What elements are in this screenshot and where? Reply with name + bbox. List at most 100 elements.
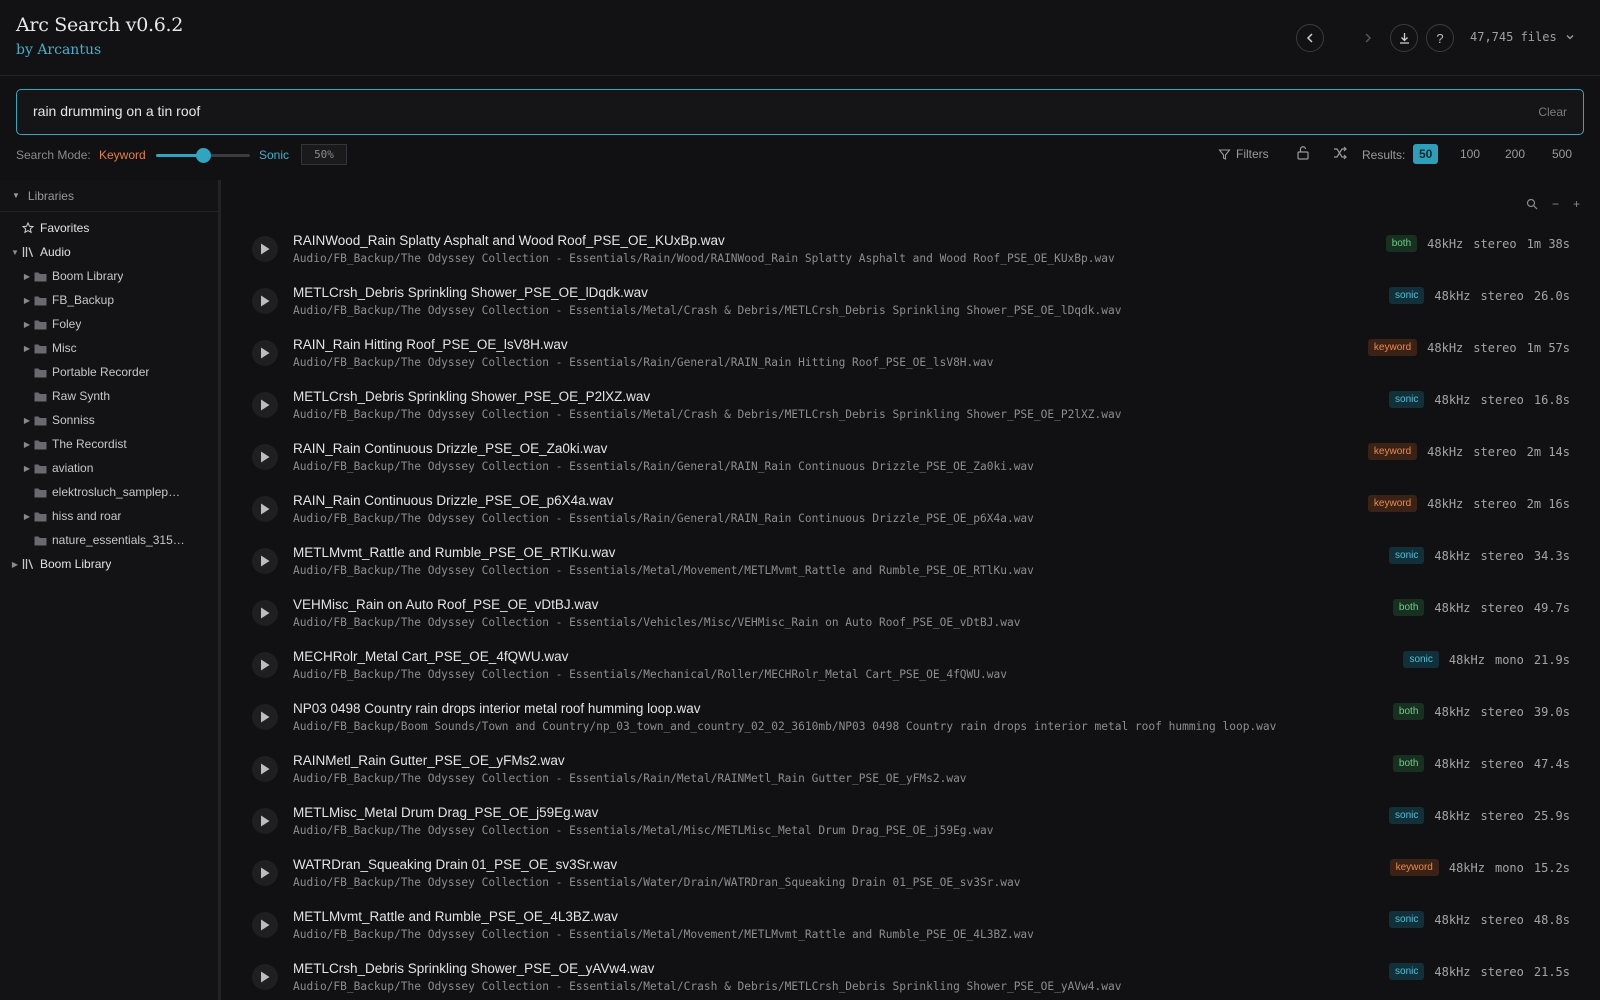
caret-right-icon[interactable]: ▶ [22, 440, 32, 449]
forward-button[interactable] [1354, 24, 1382, 52]
result-row[interactable]: METLMisc_Metal Drum Drag_PSE_OE_j59Eg.wa… [224, 797, 1600, 849]
sidebar-item[interactable]: ▶ aviation [0, 456, 218, 480]
caret-right-icon[interactable]: ▶ [22, 296, 32, 305]
file-name[interactable]: WATRDran_Squeaking Drain 01_PSE_OE_sv3Sr… [293, 857, 617, 872]
play-button[interactable] [252, 236, 278, 262]
sidebar-item[interactable]: ▶ FB_Backup [0, 288, 218, 312]
download-button[interactable] [1390, 24, 1418, 52]
sidebar-item[interactable]: ▶ The Recordist [0, 432, 218, 456]
back-button[interactable] [1296, 24, 1324, 52]
caret-right-icon[interactable]: ▶ [22, 320, 32, 329]
app-subtitle[interactable]: by Arcantus [16, 42, 101, 58]
play-button[interactable] [252, 288, 278, 314]
libraries-header[interactable]: ▼ Libraries [0, 180, 218, 212]
mode-slider[interactable] [156, 148, 250, 163]
result-row[interactable]: RAIN_Rain Continuous Drizzle_PSE_OE_p6X4… [224, 485, 1600, 537]
sidebar-item[interactable]: Portable Recorder [0, 360, 218, 384]
result-row[interactable]: RAIN_Rain Hitting Roof_PSE_OE_lsV8H.wav A… [224, 329, 1600, 381]
help-button[interactable]: ? [1426, 24, 1454, 52]
slider-thumb[interactable] [195, 148, 211, 163]
result-row[interactable]: METLMvmt_Rattle and Rumble_PSE_OE_RTlKu.… [224, 537, 1600, 589]
play-button[interactable] [252, 860, 278, 886]
sidebar-item[interactable]: ▶ Boom Library [0, 552, 218, 576]
search-icon[interactable] [1526, 198, 1538, 210]
sidebar-item[interactable]: Raw Synth [0, 384, 218, 408]
play-button[interactable] [252, 340, 278, 366]
result-row[interactable]: RAINWood_Rain Splatty Asphalt and Wood R… [224, 225, 1600, 277]
filters-button[interactable]: Filters [1218, 147, 1269, 161]
sidebar-item-label: Boom Library [52, 269, 124, 283]
sidebar-item[interactable]: elektrosluch_samplep… [0, 480, 218, 504]
play-button[interactable] [252, 496, 278, 522]
results-option-50[interactable]: 50 [1413, 144, 1439, 164]
result-row[interactable]: METLCrsh_Debris Sprinkling Shower_PSE_OE… [224, 277, 1600, 329]
sidebar-item[interactable]: ▶ hiss and roar [0, 504, 218, 528]
file-count: 47,745 files [1470, 30, 1557, 44]
file-name[interactable]: VEHMisc_Rain on Auto Roof_PSE_OE_vDtBJ.w… [293, 597, 598, 612]
library-icon [20, 558, 36, 570]
caret-right-icon[interactable]: ▶ [10, 560, 20, 569]
results-option-200[interactable]: 200 [1499, 144, 1531, 164]
results-option-100[interactable]: 100 [1454, 144, 1486, 164]
sidebar-item[interactable]: ▶ Boom Library [0, 264, 218, 288]
file-name[interactable]: NP03 0498 Country rain drops interior me… [293, 701, 700, 716]
shuffle-icon[interactable] [1332, 145, 1348, 166]
match-badge: both [1392, 755, 1425, 772]
file-count-dropdown[interactable]: 47,745 files [1470, 30, 1575, 44]
play-button[interactable] [252, 652, 278, 678]
play-button[interactable] [252, 756, 278, 782]
sidebar-item[interactable]: ▶ Misc [0, 336, 218, 360]
play-button[interactable] [252, 392, 278, 418]
play-button[interactable] [252, 548, 278, 574]
file-name[interactable]: MECHRolr_Metal Cart_PSE_OE_4fQWU.wav [293, 649, 568, 664]
sidebar-item[interactable]: Favorites [0, 216, 218, 240]
file-name[interactable]: RAIN_Rain Hitting Roof_PSE_OE_lsV8H.wav [293, 337, 568, 352]
mode-keyword-label[interactable]: Keyword [99, 148, 146, 162]
file-name[interactable]: METLMisc_Metal Drum Drag_PSE_OE_j59Eg.wa… [293, 805, 598, 820]
sidebar-item[interactable]: nature_essentials_315… [0, 528, 218, 552]
caret-right-icon[interactable]: ▶ [22, 272, 32, 281]
caret-right-icon[interactable]: ▶ [22, 512, 32, 521]
mode-sonic-label[interactable]: Sonic [259, 148, 289, 162]
sidebar-item[interactable]: ▼ Audio [0, 240, 218, 264]
sidebar-item[interactable]: ▶ Sonniss [0, 408, 218, 432]
zoom-in-icon[interactable]: + [1573, 197, 1580, 211]
zoom-out-icon[interactable]: − [1552, 197, 1559, 211]
play-button[interactable] [252, 912, 278, 938]
result-row[interactable]: METLCrsh_Debris Sprinkling Shower_PSE_OE… [224, 381, 1600, 433]
file-name[interactable]: METLMvmt_Rattle and Rumble_PSE_OE_RTlKu.… [293, 545, 615, 560]
file-name[interactable]: METLMvmt_Rattle and Rumble_PSE_OE_4L3BZ.… [293, 909, 618, 924]
result-row[interactable]: METLCrsh_Debris Sprinkling Shower_PSE_OE… [224, 953, 1600, 1000]
sidebar-item[interactable]: ▶ Foley [0, 312, 218, 336]
file-name[interactable]: RAIN_Rain Continuous Drizzle_PSE_OE_p6X4… [293, 493, 613, 508]
results-option-500[interactable]: 500 [1546, 144, 1578, 164]
filters-label: Filters [1236, 147, 1269, 161]
search-input[interactable] [33, 103, 1433, 119]
play-button[interactable] [252, 444, 278, 470]
play-button[interactable] [252, 600, 278, 626]
caret-right-icon[interactable]: ▶ [22, 416, 32, 425]
file-name[interactable]: METLCrsh_Debris Sprinkling Shower_PSE_OE… [293, 285, 648, 300]
file-name[interactable]: RAIN_Rain Continuous Drizzle_PSE_OE_Za0k… [293, 441, 607, 456]
caret-right-icon[interactable]: ▶ [22, 344, 32, 353]
file-name[interactable]: RAINMetl_Rain Gutter_PSE_OE_yFMs2.wav [293, 753, 565, 768]
result-row[interactable]: WATRDran_Squeaking Drain 01_PSE_OE_sv3Sr… [224, 849, 1600, 901]
caret-right-icon[interactable]: ▶ [22, 464, 32, 473]
match-badge: both [1392, 599, 1425, 616]
result-row[interactable]: VEHMisc_Rain on Auto Roof_PSE_OE_vDtBJ.w… [224, 589, 1600, 641]
match-badge: both [1392, 703, 1425, 720]
result-row[interactable]: METLMvmt_Rattle and Rumble_PSE_OE_4L3BZ.… [224, 901, 1600, 953]
file-name[interactable]: RAINWood_Rain Splatty Asphalt and Wood R… [293, 233, 725, 248]
play-button[interactable] [252, 704, 278, 730]
file-name[interactable]: METLCrsh_Debris Sprinkling Shower_PSE_OE… [293, 961, 654, 976]
result-row[interactable]: RAIN_Rain Continuous Drizzle_PSE_OE_Za0k… [224, 433, 1600, 485]
clear-button[interactable]: Clear [1538, 105, 1567, 119]
play-button[interactable] [252, 808, 278, 834]
caret-down-icon[interactable]: ▼ [10, 248, 20, 257]
unlock-icon[interactable] [1296, 145, 1310, 166]
result-row[interactable]: MECHRolr_Metal Cart_PSE_OE_4fQWU.wav Audi… [224, 641, 1600, 693]
result-row[interactable]: RAINMetl_Rain Gutter_PSE_OE_yFMs2.wav Aud… [224, 745, 1600, 797]
result-row[interactable]: NP03 0498 Country rain drops interior me… [224, 693, 1600, 745]
file-name[interactable]: METLCrsh_Debris Sprinkling Shower_PSE_OE… [293, 389, 650, 404]
play-button[interactable] [252, 964, 278, 990]
